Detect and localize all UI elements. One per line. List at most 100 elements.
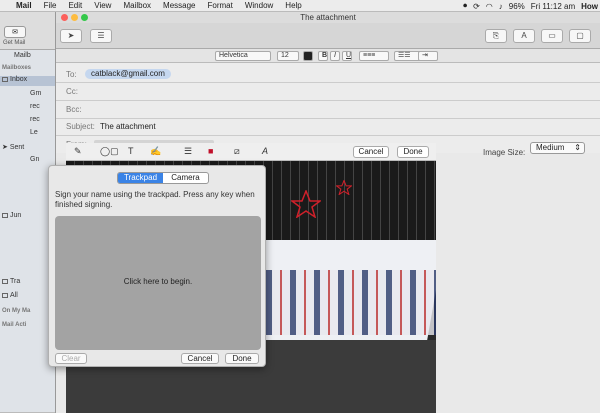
- compose-toolbar: ➤ ☰ ⎘ A ▭ ▢: [56, 23, 600, 49]
- to-recipient-token[interactable]: catblack@gmail.com: [85, 69, 171, 79]
- sidebar-item-inbox-gmail[interactable]: Gm: [30, 90, 41, 97]
- sidebar-item-junk[interactable]: Jun: [2, 212, 21, 219]
- font-select[interactable]: Helvetica: [215, 51, 271, 61]
- user-name[interactable]: How: [581, 2, 598, 11]
- sidebar-item-inbox-rec1[interactable]: rec: [30, 103, 40, 110]
- menu-help[interactable]: Help: [279, 1, 307, 10]
- shapes-icon[interactable]: ◯▢: [100, 146, 119, 157]
- tab-camera[interactable]: Camera: [163, 173, 208, 183]
- sidebar-item-inbox-le[interactable]: Le: [30, 129, 38, 136]
- signature-panel: Trackpad Camera Sign your name using the…: [48, 165, 266, 367]
- markup-cancel-button[interactable]: Cancel: [353, 146, 389, 158]
- wifi-icon[interactable]: ◠: [486, 2, 493, 11]
- close-button[interactable]: [61, 14, 68, 21]
- paperclip-icon: ⎘: [492, 31, 500, 40]
- bullet-list-icon: ☰☰: [398, 52, 411, 59]
- sidebar-item-sent[interactable]: ➤ Sent: [2, 143, 24, 151]
- photo-browser-button[interactable]: ▭: [541, 29, 563, 43]
- send-icon: ➤: [67, 31, 75, 40]
- star-annotation: [336, 180, 352, 195]
- menu-view[interactable]: View: [88, 1, 117, 10]
- clock[interactable]: Fri 11:12 am: [531, 2, 575, 11]
- inbox-icon: [2, 76, 8, 82]
- sidebar-item-label: Jun: [10, 212, 22, 219]
- subject-field[interactable]: The attachment: [100, 122, 156, 131]
- line-style-icon[interactable]: ☰: [184, 146, 192, 157]
- clear-button[interactable]: Clear: [55, 353, 87, 364]
- sync-icon[interactable]: ⟳: [473, 2, 480, 11]
- format-bar: Helvetica 12 B I U ≡≡≡ ☰☰ ⇥: [56, 49, 600, 63]
- record-icon[interactable]: ⏺: [463, 1, 467, 11]
- volume-icon[interactable]: ♪: [499, 2, 503, 11]
- color-swatch[interactable]: [303, 51, 313, 61]
- sketch-icon[interactable]: ✎: [74, 146, 82, 157]
- align-buttons[interactable]: ≡≡≡: [359, 51, 389, 61]
- list-icon: ☰: [97, 31, 105, 40]
- bold-button[interactable]: B: [318, 51, 328, 61]
- menu-message[interactable]: Message: [157, 1, 201, 10]
- signature-icon[interactable]: ✍: [150, 146, 161, 157]
- mail-activity-header: Mail Acti: [2, 322, 27, 328]
- window-controls: [61, 14, 88, 21]
- sidebar-item-label: Sent: [9, 144, 25, 151]
- header-fields-button[interactable]: ☰: [90, 29, 112, 43]
- menu-bar: Mail File Edit View Mailbox Message Form…: [0, 0, 600, 12]
- mailboxes-header: Mailboxes: [2, 65, 32, 71]
- photo-blanket: [266, 270, 436, 335]
- subject-label: Subject:: [66, 122, 95, 131]
- battery-label[interactable]: 96%: [509, 2, 525, 11]
- markup-done-button[interactable]: Done: [397, 146, 429, 158]
- get-mail-button[interactable]: ✉: [4, 26, 26, 38]
- stationery-button[interactable]: ▢: [569, 29, 591, 43]
- divider: [56, 135, 600, 136]
- zoom-button[interactable]: [81, 14, 88, 21]
- format-button[interactable]: A: [513, 29, 535, 43]
- minimize-button[interactable]: [71, 14, 78, 21]
- fill-color-icon[interactable]: ⧄: [234, 146, 240, 157]
- text-icon[interactable]: T: [128, 146, 134, 156]
- signature-cancel-button[interactable]: Cancel: [181, 353, 219, 364]
- menu-format[interactable]: Format: [202, 1, 239, 10]
- menu-edit[interactable]: Edit: [62, 1, 88, 10]
- border-color-icon[interactable]: ■: [208, 146, 213, 156]
- indent-buttons[interactable]: ⇥: [418, 51, 438, 61]
- divider: [56, 82, 600, 83]
- trash-icon: [2, 278, 8, 284]
- mailboxes-tab[interactable]: Mailb: [14, 52, 31, 59]
- indent-icon: ⇥: [422, 52, 428, 59]
- tab-trackpad[interactable]: Trackpad: [118, 173, 163, 183]
- image-size-label: Image Size:: [483, 148, 526, 157]
- status-area: ⏺ ⟳ ◠ ♪ 96% Fri 11:12 am How: [463, 0, 598, 12]
- sidebar-item-all[interactable]: All: [2, 292, 18, 299]
- to-label: To:: [66, 70, 77, 79]
- italic-button[interactable]: I: [330, 51, 340, 61]
- divider: [56, 118, 600, 119]
- menu-app-name[interactable]: Mail: [14, 1, 38, 10]
- sidebar-item-inbox-rec2[interactable]: rec: [30, 116, 40, 123]
- size-select[interactable]: 12: [277, 51, 299, 61]
- attach-button[interactable]: ⎘: [485, 29, 507, 43]
- text-style-icon[interactable]: A: [262, 146, 268, 156]
- menu-window[interactable]: Window: [239, 1, 279, 10]
- signature-source-tabs: Trackpad Camera: [117, 172, 209, 184]
- archive-icon: [2, 292, 8, 298]
- sidebar-item-sent-gmail[interactable]: Gn: [30, 156, 39, 163]
- sidebar-item-trash[interactable]: Tra: [2, 278, 20, 285]
- divider: [56, 100, 600, 101]
- begin-prompt: Click here to begin.: [123, 277, 193, 286]
- image-size-select[interactable]: Medium ⇕: [530, 142, 585, 154]
- signature-pad[interactable]: Click here to begin.: [55, 216, 261, 350]
- align-icon: ≡≡≡: [363, 52, 376, 59]
- signature-done-button[interactable]: Done: [225, 353, 259, 364]
- stationery-icon: ▢: [576, 31, 584, 40]
- photo-icon: ▭: [548, 31, 556, 40]
- mail-toolbar: ✉ Get Mail: [0, 12, 55, 50]
- send-button[interactable]: ➤: [60, 29, 82, 43]
- sidebar-item-inbox[interactable]: Inbox: [0, 76, 55, 86]
- header-fields: To: catblack@gmail.com Cc: Bcc: Subject:…: [56, 63, 600, 153]
- menu-file[interactable]: File: [38, 1, 63, 10]
- menu-mailbox[interactable]: Mailbox: [117, 1, 157, 10]
- underline-button[interactable]: U: [342, 51, 352, 61]
- cc-label: Cc:: [66, 87, 78, 96]
- sidebar-item-label: Tra: [10, 278, 21, 285]
